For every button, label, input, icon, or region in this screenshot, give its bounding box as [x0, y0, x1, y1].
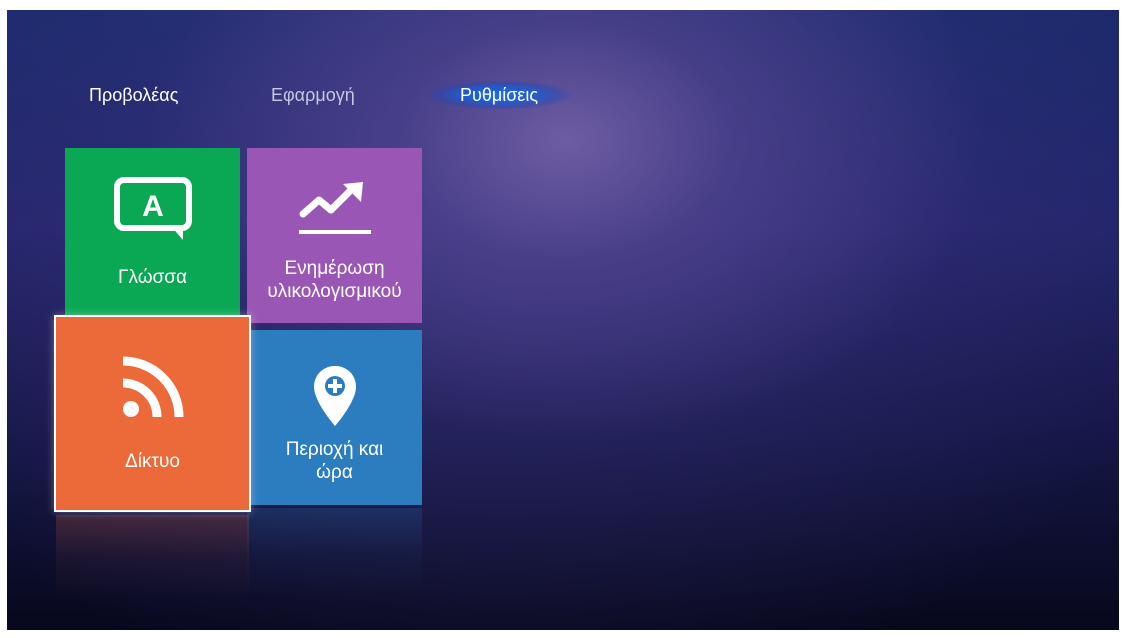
- top-nav: Προβολέας Εφαρμογή Ρυθμίσεις: [7, 80, 707, 110]
- tile-firmware-update-label-line1: Ενημέρωση: [284, 258, 385, 279]
- tile-language-label: Γλώσσα: [118, 267, 187, 288]
- tile-region-time-label-line1: Περιοχή και: [285, 439, 384, 460]
- trend-up-icon: [297, 180, 373, 243]
- language-icon: A: [113, 176, 193, 249]
- tile-region-time-label-line2: ώρα: [316, 462, 353, 483]
- settings-screen: Προβολέας Εφαρμογή Ρυθμίσεις A Γλώσσα Εν…: [7, 10, 1119, 630]
- wifi-feed-icon: [121, 355, 185, 424]
- tile-network-label: Δίκτυο: [125, 451, 180, 472]
- tile-network-reflection: [56, 515, 249, 600]
- tile-region-reflection: [247, 508, 422, 593]
- tile-firmware-update-label-line2: υλικολογισμικού: [267, 281, 402, 302]
- tile-region-time-label: Περιοχή και ώρα: [247, 438, 422, 484]
- tab-settings[interactable]: Ρυθμίσεις: [424, 80, 574, 110]
- tile-firmware-update-label: Ενημέρωση υλικολογισμικού: [247, 257, 422, 303]
- tile-network[interactable]: Δίκτυο: [54, 315, 251, 512]
- language-icon-letter: A: [142, 190, 164, 223]
- tab-projector[interactable]: Προβολέας: [89, 80, 178, 110]
- tile-language[interactable]: A Γλώσσα: [65, 148, 240, 323]
- tile-firmware-update[interactable]: Ενημέρωση υλικολογισμικού: [247, 148, 422, 323]
- tile-region-time[interactable]: Περιοχή και ώρα: [247, 330, 422, 505]
- tab-application[interactable]: Εφαρμογή: [271, 80, 355, 110]
- location-pin-icon: [312, 364, 358, 433]
